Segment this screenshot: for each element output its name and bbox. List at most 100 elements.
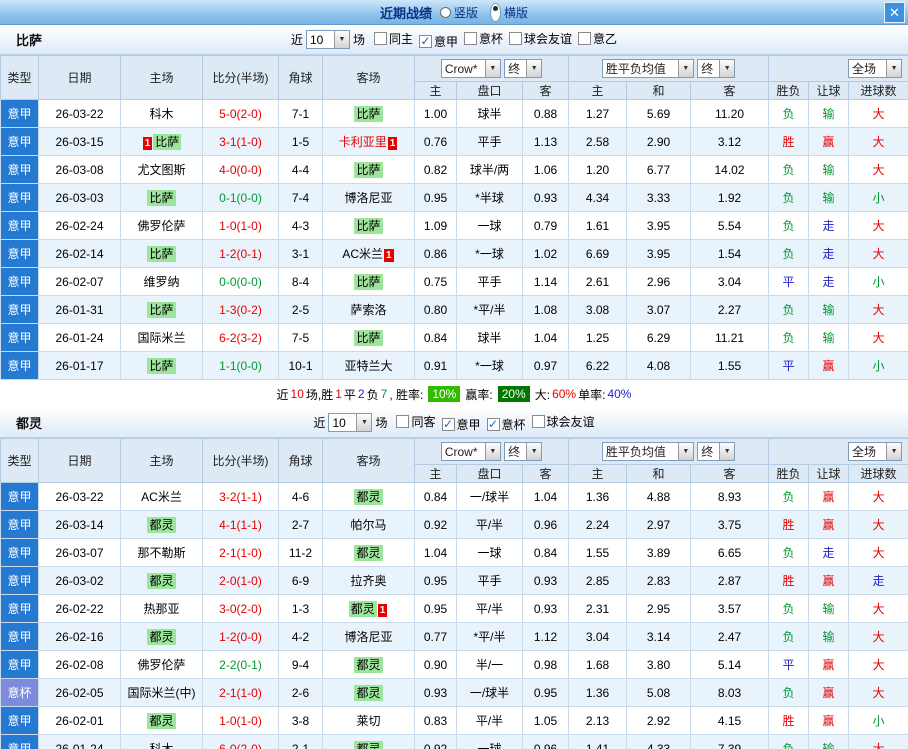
handicap-result-cell: 输 xyxy=(808,183,850,212)
match-row: 意甲 26-02-22 热那亚 3-0(2-0) 1-3 都灵 1 0.95 平/半 0.93 2.… xyxy=(0,594,908,623)
away-team-cell: 卡利亚里 1 xyxy=(322,127,415,156)
match-row: 意甲 26-03-08 尤文图斯 4-0(0-0) 4-4 比萨 0.82 球半/两 1.06 1… xyxy=(0,155,908,184)
team-name: 比萨 xyxy=(354,330,383,346)
date-cell: 26-01-31 xyxy=(38,295,121,324)
date-cell: 26-02-07 xyxy=(38,267,121,296)
handicap-result-cell: 输 xyxy=(808,734,850,749)
home-team-cell: 佛罗伦萨 xyxy=(120,650,203,679)
checkbox-icon[interactable] xyxy=(531,414,545,428)
checkbox-checked-icon[interactable]: ✓ xyxy=(418,34,432,48)
layout-radio-vertical[interactable]: 竖版 xyxy=(439,4,478,21)
bookmaker-select[interactable]: Crow* ▼ xyxy=(440,59,501,78)
score-cell: 3-2(1-1) xyxy=(202,482,279,511)
wdl-average-select[interactable]: 胜平负均值 ▼ xyxy=(601,59,694,78)
away-team-cell: 比萨 xyxy=(322,211,415,240)
date-cell: 26-02-16 xyxy=(38,622,121,651)
scope-select[interactable]: 全场 ▼ xyxy=(848,442,903,461)
final-wdl-select[interactable]: 终 ▼ xyxy=(697,442,736,461)
team-name: AC米兰 xyxy=(141,490,182,504)
match-row: 意甲 26-03-07 那不勒斯 2-1(1-0) 11-2 都灵 1.04 一球 0.84 1.… xyxy=(0,538,908,567)
odds-away-cell: 1.02 xyxy=(521,239,570,268)
wdl-away-cell: 14.02 xyxy=(690,155,770,184)
checkbox-checked-icon[interactable]: ✓ xyxy=(486,417,500,431)
odds-away-cell: 0.93 xyxy=(521,566,570,595)
checkbox-icon[interactable] xyxy=(509,31,523,45)
checkbox-checked-icon[interactable]: ✓ xyxy=(441,417,455,431)
odds-home-cell: 0.84 xyxy=(414,482,457,511)
checkbox-icon[interactable] xyxy=(396,414,410,428)
goals-result-cell: 走 xyxy=(848,566,908,595)
corner-cell: 4-4 xyxy=(278,155,323,184)
filter-option-球会友谊[interactable]: 球会友谊 xyxy=(531,413,595,430)
red-card-badge: 1 xyxy=(387,137,398,150)
odds-line-cell: *半球 xyxy=(456,183,523,212)
close-button[interactable]: ✕ xyxy=(884,2,905,23)
filter-option-意杯[interactable]: 意杯 xyxy=(464,30,503,47)
odds-away-cell: 1.05 xyxy=(521,706,570,735)
filter-option-同客[interactable]: 同客 xyxy=(396,413,436,430)
home-team-cell: 国际米兰 xyxy=(120,323,203,352)
league-cell: 意甲 xyxy=(0,183,39,212)
filter-option-意甲[interactable]: ✓ 意甲 xyxy=(441,416,481,433)
odds-home-cell: 1.04 xyxy=(414,538,457,567)
wdl-draw-cell: 4.08 xyxy=(626,351,692,380)
wdl-draw-cell: 2.83 xyxy=(626,566,692,595)
select-value: Crow* xyxy=(444,444,478,459)
date-cell: 26-01-24 xyxy=(38,323,121,352)
league-cell: 意甲 xyxy=(0,211,39,240)
checkbox-icon[interactable] xyxy=(464,31,477,45)
odds-line-cell: 一球 xyxy=(456,211,523,240)
score-cell: 2-0(1-0) xyxy=(202,566,279,595)
bookmaker-select[interactable]: Crow* ▼ xyxy=(440,442,501,461)
filter-option-意乙[interactable]: 意乙 xyxy=(578,30,617,47)
result-cell: 负 xyxy=(768,323,810,352)
odds-line-cell: 球半 xyxy=(456,99,523,128)
wdl-average-select[interactable]: 胜平负均值 ▼ xyxy=(601,442,694,461)
section-pisa: 比萨 近 10 ▼ 场 同主 ✓ 意甲 意杯 球会友谊 意乙 类型 日期 主场 比分(半场)… xyxy=(0,25,908,408)
final-odds-select[interactable]: 终 ▼ xyxy=(504,59,543,78)
scope-select[interactable]: 全场 ▼ xyxy=(848,59,903,78)
odds-line-cell: 平手 xyxy=(456,127,523,156)
dropdown-arrow-icon: ▼ xyxy=(719,60,735,77)
date-cell: 26-01-24 xyxy=(38,734,121,749)
col-corner: 角球 xyxy=(278,438,323,483)
col-result: 胜负 xyxy=(768,81,810,100)
odds-away-cell: 0.93 xyxy=(521,183,570,212)
result-cell: 负 xyxy=(768,482,810,511)
corner-cell: 6-9 xyxy=(278,566,323,595)
corner-cell: 2-6 xyxy=(278,678,323,707)
layout-radio-horizontal[interactable]: 横版 xyxy=(490,2,528,22)
team-name: 比萨 xyxy=(354,218,383,234)
team-name: 莱切 xyxy=(356,714,381,728)
checkbox-icon[interactable] xyxy=(578,31,592,45)
goals-result-cell: 小 xyxy=(848,267,908,296)
league-cell: 意甲 xyxy=(0,622,39,651)
odds-home-cell: 0.93 xyxy=(414,678,457,707)
team-name: 卡利亚里 xyxy=(338,135,387,149)
select-value: 终 xyxy=(701,62,714,76)
checkbox-icon[interactable] xyxy=(373,31,387,45)
handicap-result-cell: 输 xyxy=(808,323,850,352)
filter-option-意杯[interactable]: ✓ 意杯 xyxy=(486,416,526,433)
wdl-home-cell: 1.20 xyxy=(568,155,628,184)
team-name: 比萨 xyxy=(147,190,176,206)
date-cell: 26-02-08 xyxy=(38,650,121,679)
team-name: AC米兰 xyxy=(342,247,384,261)
wdl-away-cell: 1.55 xyxy=(690,351,770,380)
handicap-result-cell: 赢 xyxy=(808,678,850,707)
team-name: 亚特兰大 xyxy=(344,359,393,373)
filter-option-同主[interactable]: 同主 xyxy=(373,30,413,47)
odds-home-cell: 0.92 xyxy=(414,734,457,749)
team-name: 比萨 xyxy=(153,134,182,150)
filter-option-球会友谊[interactable]: 球会友谊 xyxy=(509,30,572,47)
summary-bar: 近 10 场,胜 1 平 2 负 7, 胜率: 10% 赢率: 20% 大: 60% 单率: 40% xyxy=(0,380,908,408)
filter-option-意甲[interactable]: ✓ 意甲 xyxy=(418,33,458,50)
final-odds-select[interactable]: 终 ▼ xyxy=(504,442,543,461)
odds-line-cell: 一球 xyxy=(456,734,523,749)
col-odds-away: 客 xyxy=(521,464,570,483)
wdl-home-cell: 3.04 xyxy=(568,622,628,651)
home-team-cell: 比萨 xyxy=(120,239,203,268)
final-wdl-select[interactable]: 终 ▼ xyxy=(697,59,736,78)
match-count-select[interactable]: 10 ▼ xyxy=(328,413,373,432)
match-count-select[interactable]: 10 ▼ xyxy=(305,30,350,49)
